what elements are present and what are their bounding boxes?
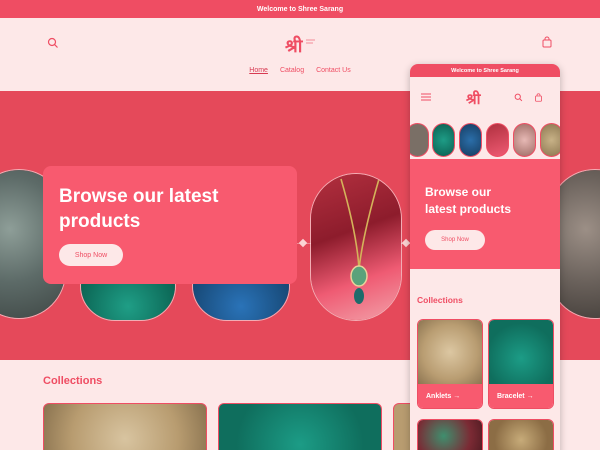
decor-diamond [298,238,308,248]
story-thumb[interactable] [486,123,509,157]
mobile-header: श्री [410,77,560,117]
announcement-text: Welcome to Shree Sarang [256,5,344,13]
nav-home[interactable]: Home [249,67,268,74]
collection-image [418,420,482,450]
mobile-story-strip [410,117,560,159]
shop-now-button[interactable]: Shop Now [59,244,123,266]
mobile-hero-title-line1: Browse our [425,185,492,199]
mobile-shop-now-button[interactable]: Shop Now [425,230,485,250]
nav-catalog[interactable]: Catalog [280,67,304,74]
collection-image [489,320,553,384]
collections-title: Collections [43,375,103,387]
collection-card[interactable] [43,403,207,450]
mobile-announcement-bar: Welcome to Shree Sarang [410,64,560,77]
mobile-brand-logo[interactable]: श्री [465,85,491,109]
mobile-collection-card-bracelet[interactable]: Bracelet → [488,319,554,409]
mobile-search-icon[interactable] [514,93,523,102]
hero-product-image [310,173,402,321]
collection-label: Bracelet → [489,384,553,408]
mobile-hero-title: Browse our latest products [425,184,511,218]
search-icon[interactable] [47,37,59,49]
mobile-collection-card-anklets[interactable]: Anklets → [417,319,483,409]
collection-label: Anklets → [418,384,482,408]
story-thumb[interactable] [459,123,482,157]
mobile-logo-glyph: श्री [465,90,482,108]
hero-title-line2: products [59,211,141,232]
mobile-collection-card[interactable] [488,419,554,450]
announcement-bar: Welcome to Shree Sarang [0,0,600,18]
hero-content-card: Browse our latest products Shop Now [43,166,297,284]
mobile-hero: Browse our latest products Shop Now [410,159,560,269]
mobile-preview: Welcome to Shree Sarang श्री Browse our [410,64,560,450]
decor-diamond [401,238,411,248]
menu-icon[interactable] [421,93,431,101]
nav-contact-us[interactable]: Contact Us [316,67,351,74]
collection-image [418,320,482,384]
collection-image [489,420,553,450]
brand-logo[interactable]: श्री [283,30,317,58]
story-thumb[interactable] [513,123,536,157]
mobile-collection-card[interactable] [417,419,483,450]
story-thumb[interactable] [432,123,455,157]
story-thumb[interactable] [540,123,560,157]
mobile-collections-title: Collections [417,295,463,305]
mobile-announcement-text: Welcome to Shree Sarang [451,67,519,74]
logo-glyph: श्री [285,35,304,57]
hero-title: Browse our latest products [59,184,281,234]
hero-title-line1: Browse our latest [59,186,219,207]
story-thumb[interactable] [410,123,429,157]
cart-icon[interactable] [541,36,553,48]
mobile-cart-icon[interactable] [534,93,543,102]
mobile-hero-title-line2: latest products [425,202,512,216]
collection-card[interactable] [218,403,382,450]
